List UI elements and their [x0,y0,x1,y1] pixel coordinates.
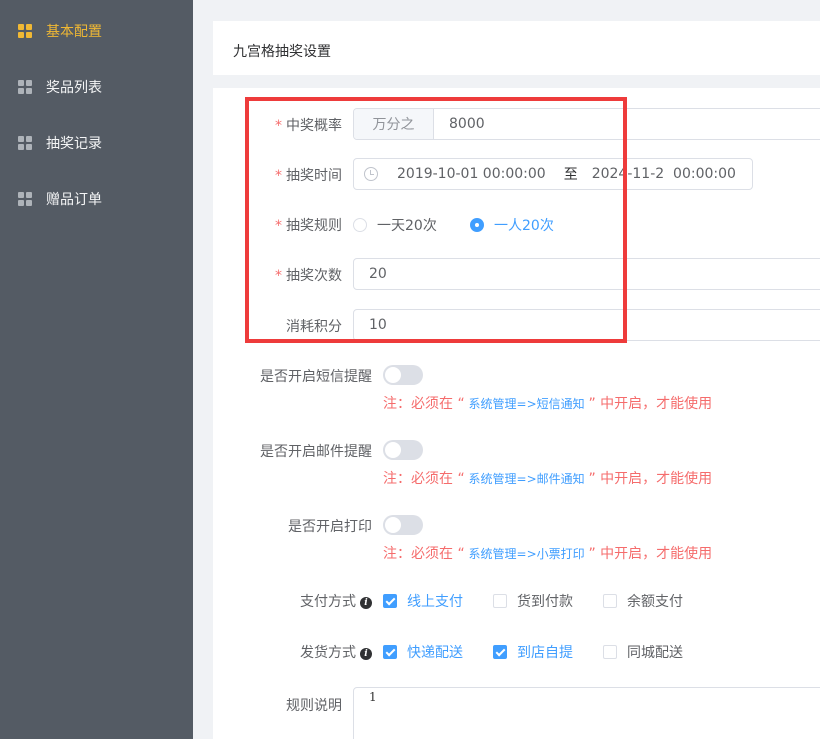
time-label: * 抽奖时间 [275,168,342,184]
checkbox-pickup[interactable]: 到店自提 [493,642,573,662]
info-icon: i [360,597,372,609]
rules-textarea[interactable]: 1 [353,687,820,739]
radio-label: 一天20次 [377,218,437,234]
page-title: 九宫格抽奖设置 [233,44,331,60]
checkbox-box [603,645,617,659]
checkbox-label: 货到付款 [517,594,573,610]
header-panel: 九宫格抽奖设置 [213,21,820,75]
points-value: 10 [369,317,387,333]
grid-icon [18,192,32,206]
email-label: 是否开启邮件提醒 [260,444,372,460]
checkbox-box [383,594,397,608]
radio-circle [470,218,484,232]
radio-per-day[interactable]: 一天20次 [353,215,437,235]
sidebar: 基本配置 奖品列表 抽奖记录 赠品订单 [0,0,193,739]
print-label: 是否开启打印 [288,519,372,535]
checkbox-label: 到店自提 [517,645,573,661]
points-input[interactable]: 10 [353,309,820,341]
date-separator: 至 [563,167,578,183]
rate-value: 8000 [449,116,485,132]
checkbox-same-city[interactable]: 同城配送 [603,642,683,662]
grid-icon [18,136,32,150]
checkbox-online-pay[interactable]: 线上支付 [383,591,463,611]
radio-label: 一人20次 [494,218,554,234]
rule-label: * 抽奖规则 [275,218,342,234]
checkbox-box [383,645,397,659]
delivery-label: 发货方式 i [212,642,372,662]
date-end: 2024-11-2 00:00:00 [591,166,736,182]
payment-label: 支付方式 i [212,591,372,611]
radio-circle [353,218,367,232]
count-input[interactable]: 20 [353,258,820,290]
sidebar-item-gift-orders[interactable]: 赠品订单 [0,171,193,227]
grid-icon [18,24,32,38]
sidebar-item-label: 赠品订单 [46,192,102,208]
checkbox-box [493,645,507,659]
sidebar-item-draw-records[interactable]: 抽奖记录 [0,115,193,171]
sidebar-item-label: 抽奖记录 [46,136,102,152]
checkbox-balance-pay[interactable]: 余额支付 [603,591,683,611]
radio-per-person[interactable]: 一人20次 [470,215,554,235]
points-label: 消耗积分 [286,319,342,335]
rules-label: 规则说明 [286,698,342,714]
sidebar-item-prize-list[interactable]: 奖品列表 [0,59,193,115]
checkbox-label: 同城配送 [627,645,683,661]
date-start: 2019-10-01 00:00:00 [397,166,546,182]
checkbox-express[interactable]: 快递配送 [383,642,463,662]
rate-input[interactable]: 万分之 8000 [353,108,820,140]
sms-switch[interactable] [383,365,423,385]
print-note: 注：必须在 “ 系统管理=>小票打印 ” 中开启，才能使用 [383,546,713,562]
sms-note: 注：必须在 “ 系统管理=>短信通知 ” 中开启，才能使用 [383,396,713,412]
rate-label: * 中奖概率 [275,118,342,134]
count-value: 20 [369,266,387,282]
checkbox-box [603,594,617,608]
date-range-picker[interactable]: 2019-10-01 00:00:00 至 2024-11-2 00:00:00 [353,158,753,190]
email-switch[interactable] [383,440,423,460]
email-note: 注：必须在 “ 系统管理=>邮件通知 ” 中开启，才能使用 [383,471,713,487]
grid-icon [18,80,32,94]
info-icon: i [360,648,372,660]
checkbox-label: 线上支付 [407,594,463,610]
sidebar-item-basic-config[interactable]: 基本配置 [0,3,193,59]
checkbox-label: 快递配送 [407,645,463,661]
sidebar-item-label: 奖品列表 [46,80,102,96]
checkbox-cod[interactable]: 货到付款 [493,591,573,611]
rate-prepend: 万分之 [354,109,434,139]
clock-icon [364,167,378,181]
sidebar-item-label: 基本配置 [46,24,102,40]
count-label: * 抽奖次数 [275,268,342,284]
checkbox-label: 余额支付 [627,594,683,610]
print-switch[interactable] [383,515,423,535]
checkbox-box [493,594,507,608]
sms-label: 是否开启短信提醒 [260,369,372,385]
